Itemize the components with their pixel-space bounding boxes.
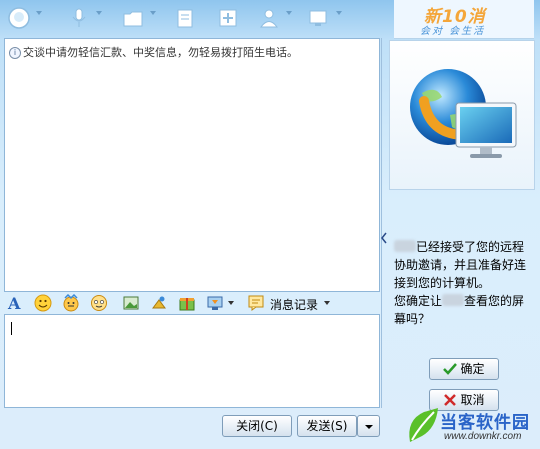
remote-assist-illustration — [389, 40, 535, 190]
voice-button[interactable] — [66, 5, 90, 31]
screenshot-icon[interactable] — [150, 294, 168, 312]
notice-text: 交谈中请勿轻信汇款、中奖信息，勿轻易拨打陌生电话。 — [23, 46, 298, 59]
security-notice: i 交谈中请勿轻信汇款、中奖信息，勿轻易拨打陌生电话。 — [9, 44, 298, 60]
history-label: 消息记录 — [270, 298, 319, 312]
contact-name-redacted — [442, 294, 465, 306]
chevron-down-icon[interactable] — [96, 11, 102, 15]
sticker-icon[interactable] — [90, 294, 108, 312]
svg-text:A: A — [7, 294, 21, 312]
image-icon[interactable] — [122, 294, 140, 312]
remote-assist-prompt: 已经接受了您的远程 协助邀请，并且准备好连 接到您的计算机。 您确定让 查看您的屏… — [394, 238, 534, 328]
chevron-down-icon — [365, 425, 373, 429]
remote-computer-icon — [410, 69, 517, 158]
chevron-down-icon — [324, 301, 330, 305]
send-file-button[interactable] — [120, 5, 144, 31]
profile-icon — [260, 9, 278, 28]
prompt-line-4b: 查看您的屏 — [464, 294, 525, 308]
collapse-arrow-icon[interactable] — [381, 232, 387, 244]
folder-icon — [123, 11, 143, 27]
chevron-down-icon[interactable] — [150, 11, 156, 15]
confirm-label: 确定 — [460, 362, 485, 376]
chat-toolbar — [0, 0, 392, 36]
watermark-url: www.downkr.com — [444, 431, 522, 442]
message-history-button[interactable]: 消息记录 — [248, 294, 332, 312]
send-options-button[interactable] — [357, 415, 380, 437]
watermark-title: 当客软件园 — [440, 413, 530, 433]
prompt-line-2: 协助邀请，并且准备好连 — [394, 258, 527, 272]
prompt-line-5: 幕吗？ — [394, 312, 431, 326]
microphone-icon — [72, 8, 86, 27]
contact-name-redacted — [394, 240, 416, 252]
screen-share-icon[interactable] — [206, 294, 224, 312]
leaf-logo-icon — [409, 408, 438, 442]
confirm-button[interactable]: 确定 — [429, 358, 499, 380]
message-display[interactable]: i 交谈中请勿轻信汇款、中奖信息，勿轻易拨打陌生电话。 — [4, 38, 380, 292]
format-toolbar: A 消息记录 — [4, 292, 380, 314]
check-icon — [443, 363, 458, 375]
prompt-line-3: 接到您的计算机。 — [394, 276, 491, 290]
close-button[interactable]: 关闭(C) — [222, 415, 292, 437]
chevron-down-icon[interactable] — [36, 11, 42, 15]
chevron-down-icon[interactable] — [286, 11, 292, 15]
emoji-face-icon[interactable] — [62, 294, 80, 312]
font-icon[interactable]: A — [6, 294, 24, 312]
brand-logo: 新10消 会对 会生活 — [394, 0, 534, 39]
profile-button[interactable] — [256, 5, 280, 31]
qq-avatar-icon — [8, 7, 30, 29]
message-input[interactable] — [4, 314, 380, 408]
history-icon — [248, 295, 264, 311]
document-icon — [177, 9, 193, 28]
remote-assist-button[interactable] — [305, 5, 329, 31]
prompt-line-1: 已经接受了您的远程 — [416, 240, 525, 254]
chevron-down-icon[interactable] — [228, 301, 234, 305]
site-watermark: 当客软件园 www.downkr.com — [402, 404, 540, 449]
qq-avatar-button[interactable] — [6, 5, 30, 31]
add-contact-button[interactable] — [215, 5, 239, 31]
send-button[interactable]: 发送(S) — [297, 415, 357, 437]
prompt-line-4a: 您确定让 — [394, 294, 443, 308]
smiley-icon[interactable] — [34, 294, 52, 312]
info-icon: i — [9, 47, 21, 59]
panel-divider — [381, 38, 382, 408]
document-button[interactable] — [172, 5, 196, 31]
logo-subtitle: 会对 会生活 — [420, 26, 486, 37]
remote-assist-icon — [309, 10, 327, 26]
add-contact-icon — [219, 9, 237, 27]
gift-icon[interactable] — [178, 294, 196, 312]
chevron-down-icon[interactable] — [336, 11, 342, 15]
text-caret — [11, 322, 12, 335]
